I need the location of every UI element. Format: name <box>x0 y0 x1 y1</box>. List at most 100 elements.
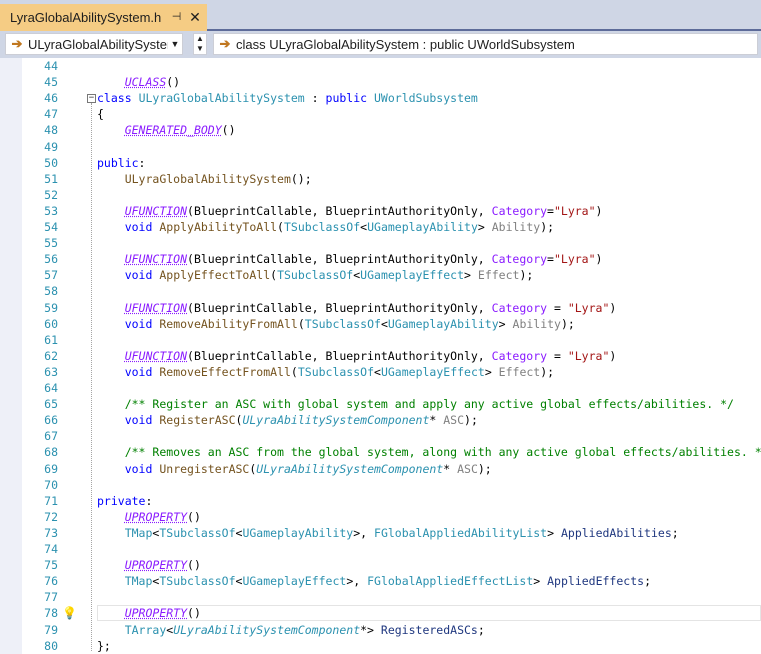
scope-dropdown-value: ULyraGlobalAbilitySysten <box>28 36 168 52</box>
line-number: 66 <box>44 413 58 428</box>
code-line[interactable]: 50 public: <box>0 155 761 171</box>
code-line[interactable]: 67 <box>0 428 761 444</box>
code-text: void RemoveAbilityFromAll(TSubclassOf<UG… <box>97 316 575 332</box>
code-line[interactable]: 59 UFUNCTION(BlueprintCallable, Blueprin… <box>0 300 761 316</box>
code-token: TSubclassOf <box>283 220 361 234</box>
code-token: UFUNCTION <box>124 348 188 363</box>
line-number: 64 <box>44 381 58 395</box>
line-number: 68 <box>44 445 58 460</box>
code-line[interactable]: 70 <box>0 477 761 493</box>
code-token: * <box>443 461 458 476</box>
code-token: ; <box>671 525 679 540</box>
code-line[interactable]: 62 UFUNCTION(BlueprintCallable, Blueprin… <box>0 348 761 364</box>
code-line[interactable]: 71 private: <box>0 493 761 509</box>
close-icon[interactable]: ✕ <box>188 10 202 24</box>
code-token: void <box>124 413 153 428</box>
code-line[interactable]: 76 TMap<TSubclassOf<UGameplayEffect>, FG… <box>0 573 761 589</box>
code-line[interactable]: 52 <box>0 187 761 203</box>
code-line[interactable]: 75 UPROPERTY() <box>0 557 761 573</box>
code-line[interactable]: 77 <box>0 589 761 605</box>
code-token: = <box>547 203 554 218</box>
collapse-icon[interactable]: − <box>87 94 96 104</box>
code-token: ; <box>644 574 651 589</box>
document-tab[interactable]: LyraGlobalAbilitySystem.h ⊣ ✕ <box>0 4 207 31</box>
code-line[interactable]: 79 TArray<ULyraAbilitySystemComponent*> … <box>0 622 761 638</box>
line-number: 70 <box>44 477 58 492</box>
code-token: Ability <box>491 220 541 234</box>
code-line[interactable]: 58 <box>0 283 761 299</box>
code-token: ) <box>609 300 617 315</box>
code-token: ULyraGlobalAbilitySystem <box>124 171 291 186</box>
code-token: () <box>187 509 201 524</box>
code-line[interactable]: 55 <box>0 235 761 251</box>
code-line[interactable]: 73 TMap<TSubclassOf<UGameplayAbility>, F… <box>0 525 761 541</box>
code-line[interactable]: 45 UCLASS() <box>0 74 761 90</box>
code-token: GENERATED_BODY <box>124 123 222 138</box>
line-number: 57 <box>44 268 58 283</box>
code-line[interactable]: 56 UFUNCTION(BlueprintCallable, Blueprin… <box>0 251 761 267</box>
code-token: ULyraAbilitySystemComponent <box>173 622 361 637</box>
lightbulb-icon[interactable]: 💡 <box>62 606 77 620</box>
code-token: TMap <box>124 574 153 589</box>
code-token: "Lyra" <box>567 348 610 363</box>
code-line[interactable]: 72 UPROPERTY() <box>0 509 761 525</box>
pin-icon[interactable]: ⊣ <box>170 11 183 24</box>
line-number: 59 <box>44 300 58 315</box>
code-token: ApplyAbilityToAll <box>159 220 278 234</box>
code-line[interactable]: 51 ULyraGlobalAbilitySystem(); <box>0 171 761 187</box>
line-number: 56 <box>44 252 58 267</box>
line-number: 80 <box>44 638 58 653</box>
scope-stepper[interactable]: ▲ ▼ <box>193 33 207 55</box>
code-text: /** Removes an ASC from the global syste… <box>97 444 761 460</box>
code-line[interactable]: 69 void UnregisterASC(ULyraAbilitySystem… <box>0 461 761 477</box>
code-token: UFUNCTION <box>124 252 188 267</box>
code-line[interactable]: 47 { <box>0 106 761 122</box>
code-line[interactable]: 74 <box>0 541 761 557</box>
code-token: public <box>325 91 368 106</box>
code-token: TSubclassOf <box>277 268 354 283</box>
code-token: Effect <box>498 364 541 379</box>
code-token: UPROPERTY <box>124 509 188 524</box>
code-token: (BlueprintCallable, BlueprintAuthorityOn… <box>187 348 492 363</box>
code-line[interactable]: 54 void ApplyAbilityToAll(TSubclassOf<UG… <box>0 219 761 235</box>
code-line[interactable]: 44 <box>0 58 761 74</box>
code-token: = <box>547 300 568 315</box>
code-token: UGameplayAbility <box>242 525 354 540</box>
code-token: FGlobalAppliedEffectList <box>367 574 534 589</box>
chevron-down-icon[interactable]: ▼ <box>194 44 206 54</box>
code-token: RemoveAbilityFromAll <box>159 316 298 331</box>
code-token: ); <box>464 413 478 428</box>
code-line[interactable]: 65 /** Register an ASC with global syste… <box>0 396 761 412</box>
code-line[interactable]: 48 GENERATED_BODY() <box>0 122 761 138</box>
code-line[interactable]: 68 /** Removes an ASC from the global sy… <box>0 444 761 460</box>
code-line[interactable]: 61 <box>0 332 761 348</box>
code-line[interactable]: 53 UFUNCTION(BlueprintCallable, Blueprin… <box>0 203 761 219</box>
line-number: 44 <box>44 59 58 73</box>
scope-dropdown[interactable]: ➔ ULyraGlobalAbilitySysten ▼ <box>5 33 183 55</box>
code-line[interactable]: 63 void RemoveEffectFromAll(TSubclassOf<… <box>0 364 761 380</box>
code-token: > <box>547 525 561 540</box>
code-line[interactable]: 66 void RegisterASC(ULyraAbilitySystemCo… <box>0 412 761 428</box>
code-text: TMap<TSubclassOf<UGameplayAbility>, FGlo… <box>97 525 679 541</box>
code-line[interactable]: 57 void ApplyEffectToAll(TSubclassOf<UGa… <box>0 267 761 283</box>
code-token: ASC <box>443 413 465 428</box>
code-token: AppliedEffects <box>547 574 645 589</box>
member-dropdown[interactable]: ➔ class ULyraGlobalAbilitySystem : publi… <box>213 33 758 55</box>
code-line[interactable]: 80}; <box>0 638 761 654</box>
chevron-up-icon[interactable]: ▲ <box>194 34 206 44</box>
code-line[interactable]: 78 UPROPERTY() 💡 <box>0 605 761 622</box>
code-text: public: <box>97 155 145 171</box>
code-line[interactable]: 60 void RemoveAbilityFromAll(TSubclassOf… <box>0 316 761 332</box>
code-line[interactable]: 64 <box>0 380 761 396</box>
code-text: { <box>97 106 104 122</box>
line-number: 63 <box>44 364 58 379</box>
code-editor[interactable]: 44 45 UCLASS() 46 class ULyraGlobalAbilityS… <box>0 58 761 654</box>
code-line[interactable]: 49 <box>0 139 761 155</box>
code-token: TSubclassOf <box>159 574 236 589</box>
code-token: ASC <box>457 461 478 476</box>
code-line[interactable]: 46 class ULyraGlobalAbilitySystem : publi… <box>0 90 761 106</box>
